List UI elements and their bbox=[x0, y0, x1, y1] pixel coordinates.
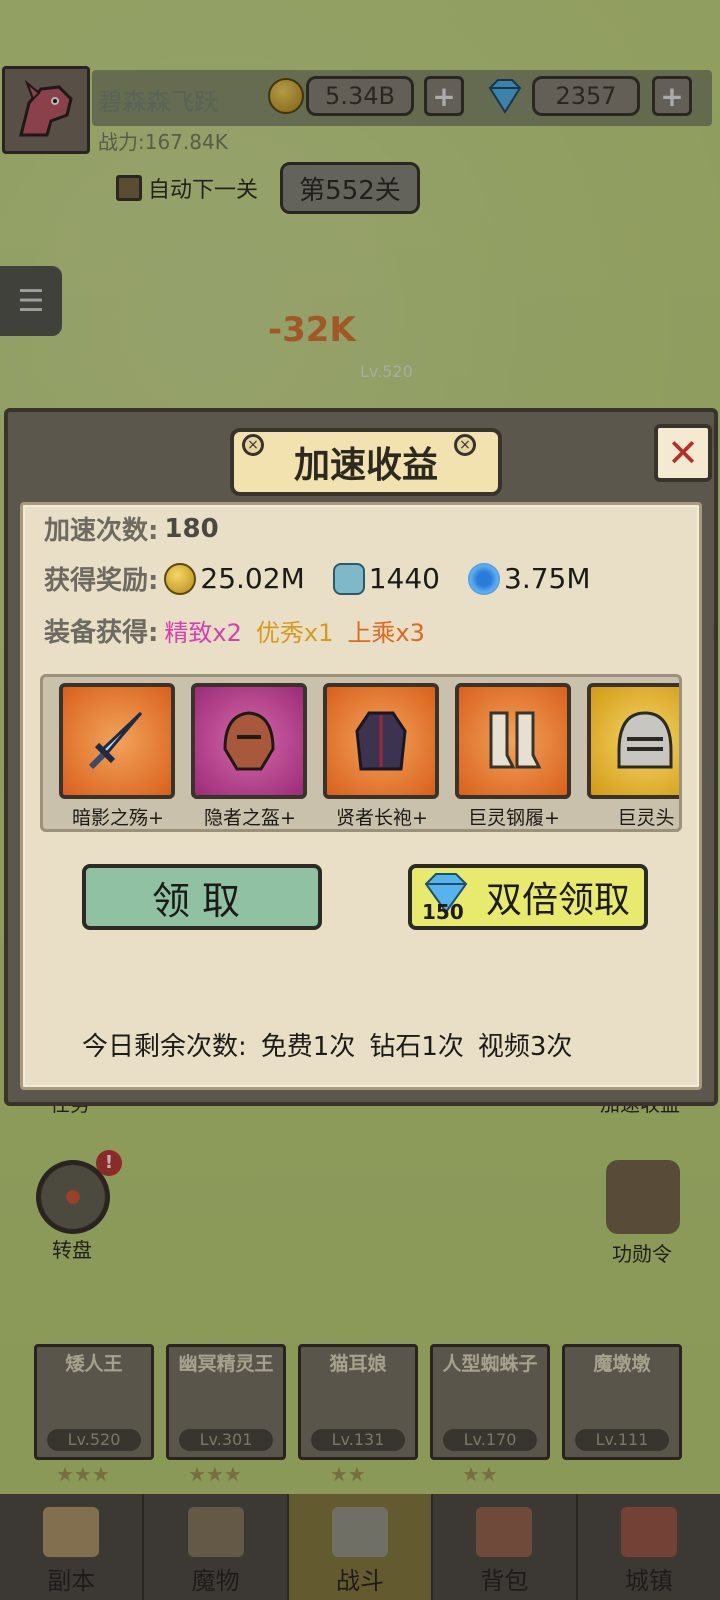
equip-frame bbox=[191, 683, 307, 799]
equip-item[interactable]: 隐者之盔+ bbox=[191, 683, 309, 829]
gold-coin-icon bbox=[164, 562, 197, 595]
reward-row: 获得奖励: 25.02M 1440 3.75M bbox=[44, 560, 619, 597]
claim-label: 领取 bbox=[151, 878, 252, 923]
sword-icon bbox=[88, 711, 143, 770]
double-cost: 150 bbox=[422, 900, 464, 924]
equip-name: 巨灵头 bbox=[617, 807, 675, 829]
speed-count-row: 加速次数: 180 bbox=[44, 510, 219, 547]
equip-item[interactable]: 贤者长袍+ bbox=[323, 683, 441, 829]
double-claim-label: 双倍领取 bbox=[485, 880, 630, 921]
equip-frame bbox=[455, 683, 571, 799]
equip-name: 暗影之殇+ bbox=[72, 807, 164, 829]
remaining-free: 免费1次 bbox=[260, 1032, 356, 1062]
equip-name: 贤者长袍+ bbox=[336, 807, 428, 829]
remaining-video: 视频3次 bbox=[477, 1032, 573, 1062]
equip-item[interactable]: 暗影之殇+ bbox=[59, 683, 177, 829]
equip-count-excellent: 优秀x1 bbox=[255, 619, 334, 647]
reward-orb: 3.75M bbox=[504, 562, 591, 595]
equip-frame bbox=[323, 683, 439, 799]
reward-label: 获得奖励: bbox=[44, 566, 159, 596]
reward-gold: 25.02M bbox=[200, 562, 305, 595]
remaining-gem: 钻石1次 bbox=[369, 1032, 464, 1062]
robe-icon bbox=[355, 711, 407, 771]
equip-name: 隐者之盔+ bbox=[204, 807, 296, 829]
reward-stone: 1440 bbox=[368, 562, 440, 595]
remaining-attempts: 今日剩余次数: 免费1次 钻石1次 视频3次 bbox=[82, 1026, 572, 1063]
stone-icon bbox=[332, 562, 365, 595]
speed-count-value: 180 bbox=[164, 513, 219, 544]
bolt-icon: × bbox=[242, 434, 264, 456]
remaining-label: 今日剩余次数: bbox=[82, 1032, 247, 1062]
double-claim-button[interactable]: 150 双倍领取 bbox=[408, 864, 648, 930]
equip-label: 装备获得: bbox=[44, 618, 159, 648]
equip-row: 装备获得: 精致x2 优秀x1 上乘x3 bbox=[44, 612, 425, 649]
blue-orb-icon bbox=[468, 562, 500, 595]
equip-frame bbox=[587, 683, 679, 799]
bolt-icon: × bbox=[454, 434, 476, 456]
helmet-icon bbox=[223, 711, 275, 771]
modal-title: 加速收益 bbox=[293, 445, 438, 486]
equip-count-fine: 精致x2 bbox=[164, 619, 242, 647]
close-icon: ✕ bbox=[667, 431, 699, 475]
knight-helmet-icon bbox=[617, 711, 673, 769]
claim-button[interactable]: 领取 bbox=[82, 864, 322, 930]
equipment-list[interactable]: 暗影之殇+ 隐者之盔+ 贤者长袍+ 巨灵钢履+ 巨灵头 bbox=[40, 674, 682, 832]
equip-name: 巨灵钢履+ bbox=[468, 807, 560, 829]
equip-frame bbox=[59, 683, 175, 799]
close-button[interactable]: ✕ bbox=[654, 424, 712, 482]
equip-count-superior: 上乘x3 bbox=[347, 619, 425, 647]
boots-icon bbox=[489, 711, 542, 769]
equip-item[interactable]: 巨灵头 bbox=[587, 683, 679, 829]
equip-item[interactable]: 巨灵钢履+ bbox=[455, 683, 573, 829]
speed-count-label: 加速次数: bbox=[44, 516, 159, 546]
